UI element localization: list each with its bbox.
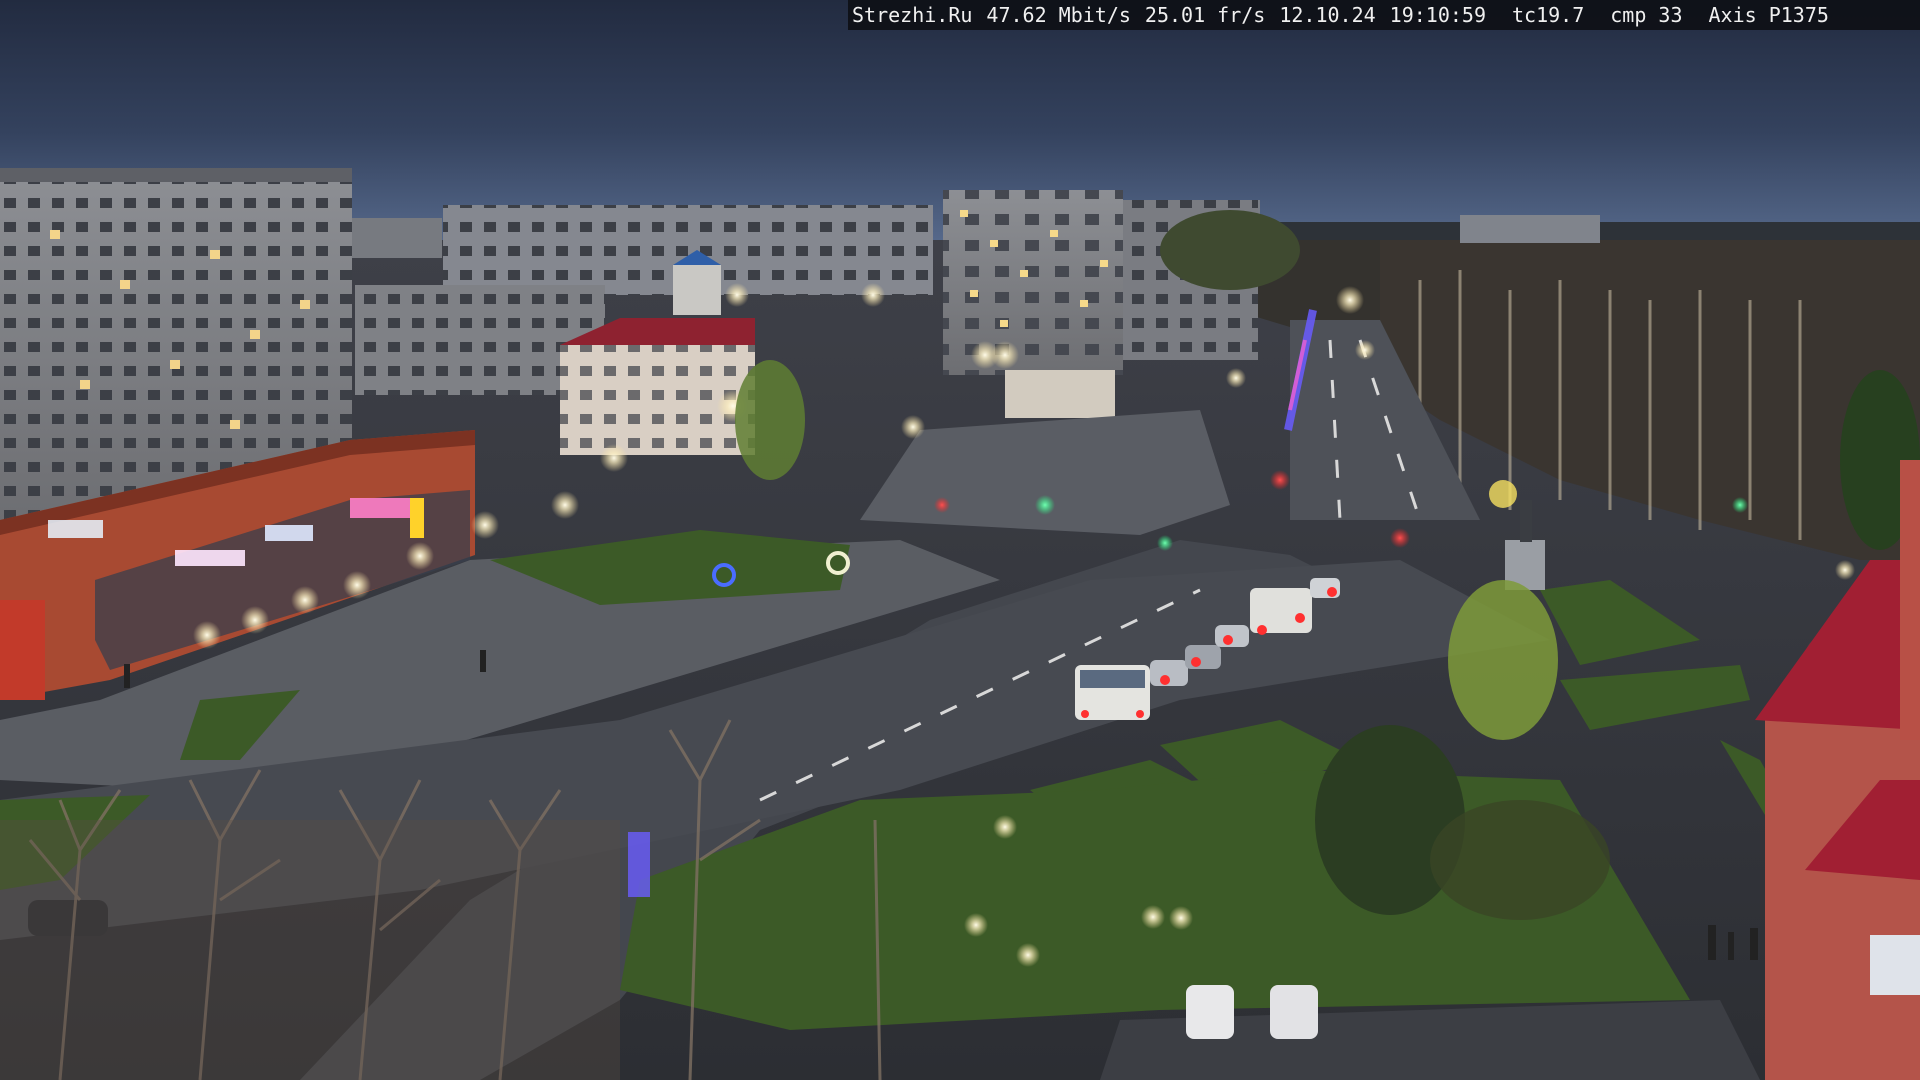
far-building-1 [352, 218, 442, 258]
tc-label: tc19.7 [1512, 3, 1585, 27]
low-building-centre [1005, 370, 1115, 418]
camera-model-label: Axis P1375 [1708, 3, 1829, 27]
bitrate-label: 47.62 Mbit/s [986, 3, 1131, 27]
site-label: Strezhi.Ru [852, 3, 973, 27]
blue-roof-house [673, 265, 721, 315]
cmp-label: cmp 33 [1610, 3, 1683, 27]
street-scene [0, 0, 1920, 1080]
foreground-haze [0, 820, 620, 1080]
date-label: 12.10.24 [1279, 3, 1376, 27]
time-label: 19:10:59 [1389, 3, 1486, 27]
camera-view: Strezhi.Ru 47.62 Mbit/s 25.01 fr/s 12.10.24… [0, 0, 1920, 1080]
camera-info-overlay: Strezhi.Ru 47.62 Mbit/s 25.01 fr/s 12.10.24… [848, 0, 1920, 30]
framerate-label: 25.01 fr/s [1144, 3, 1266, 27]
shopping-centre-red-cube [0, 600, 45, 700]
far-building-4 [1460, 215, 1600, 243]
